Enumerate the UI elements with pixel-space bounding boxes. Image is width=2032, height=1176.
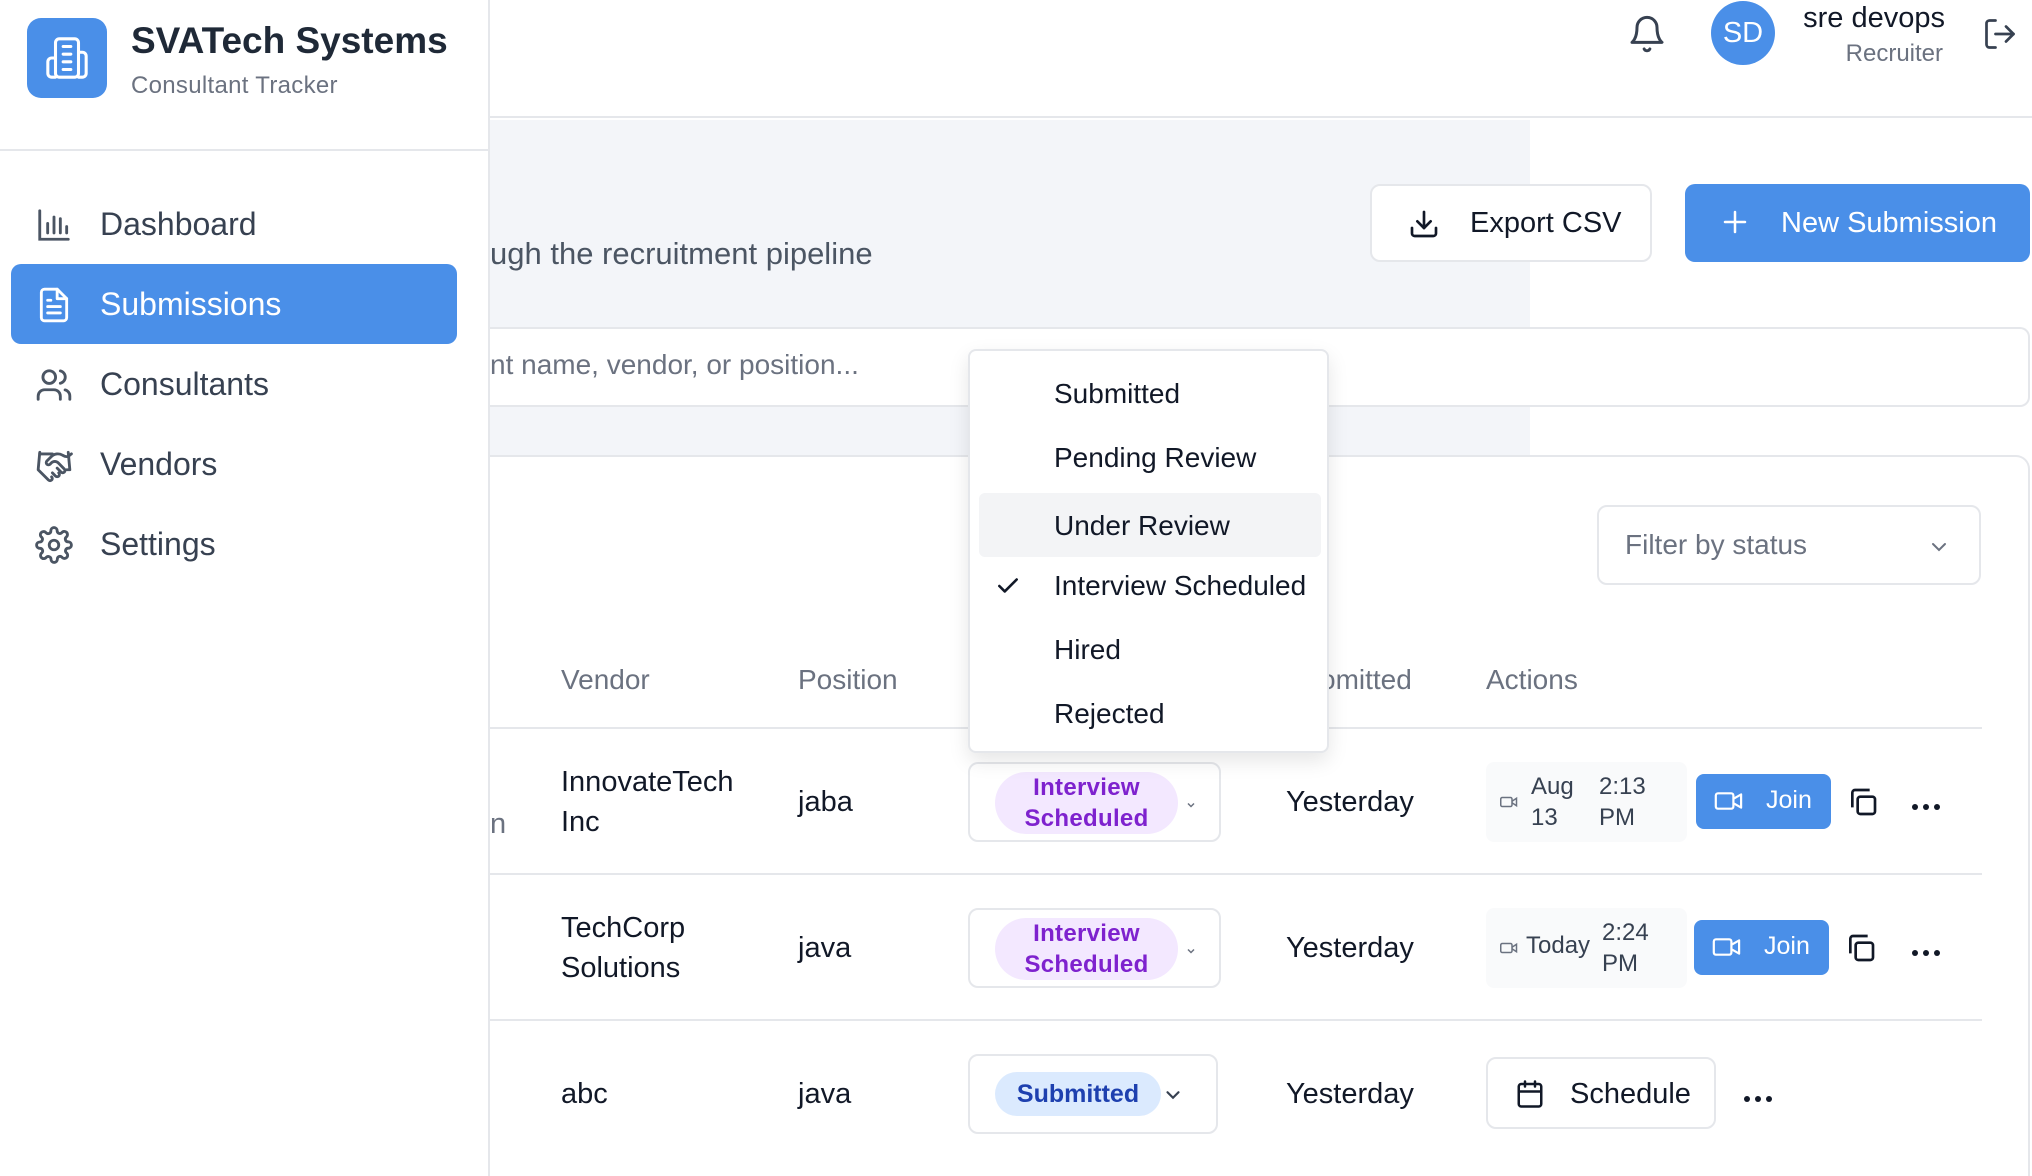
interview-time-value: 2:13 PM [1599, 773, 1646, 831]
status-option-interview-scheduled[interactable]: Interview Scheduled [979, 557, 1321, 613]
chevron-down-icon [1185, 798, 1197, 810]
check-icon [995, 573, 1021, 599]
status-select[interactable]: Interview Scheduled [968, 762, 1221, 842]
video-icon [1500, 795, 1518, 809]
status-option-pending-review[interactable]: Pending Review [979, 429, 1321, 485]
video-icon [1712, 936, 1742, 958]
brand-subtitle: Consultant Tracker [131, 72, 338, 99]
bell-icon[interactable] [1627, 14, 1667, 54]
status-option-hired[interactable]: Hired [979, 621, 1321, 677]
schedule-label: Schedule [1570, 1078, 1691, 1110]
handshake-icon [35, 446, 73, 484]
sidebar-item-label: Settings [100, 525, 216, 562]
avatar[interactable]: SD [1711, 1, 1775, 65]
copy-icon[interactable] [1847, 786, 1879, 818]
export-csv-label: Export CSV [1470, 206, 1622, 239]
column-header-actions: Actions [1486, 664, 1578, 695]
bar-chart-icon [35, 206, 73, 244]
status-dropdown-menu: Submitted Pending Review Under Review In… [968, 349, 1329, 753]
status-option-label: Submitted [1054, 378, 1181, 409]
status-option-submitted[interactable]: Submitted [979, 365, 1321, 421]
position-cell: java [798, 1078, 852, 1110]
more-options-icon[interactable] [1911, 944, 1941, 956]
sidebar-item-label: Submissions [100, 285, 282, 322]
new-submission-button[interactable]: New Submission [1685, 184, 2030, 262]
gear-icon [35, 526, 73, 564]
sidebar: SVATech Systems Consultant Tracker Dashb… [0, 0, 490, 1176]
sidebar-item-submissions[interactable]: Submissions [11, 264, 457, 344]
user-role: Recruiter [1845, 40, 1943, 67]
join-label: Join [1764, 932, 1810, 960]
users-icon [35, 366, 73, 404]
chevron-down-icon [1927, 535, 1951, 559]
chevron-down-icon [1185, 944, 1197, 956]
building-icon [27, 18, 107, 98]
chevron-down-icon [1162, 1084, 1184, 1106]
position-cell: java [798, 932, 852, 964]
sidebar-item-dashboard[interactable]: Dashboard [11, 184, 457, 264]
position-cell: jaba [798, 786, 853, 818]
sidebar-item-label: Dashboard [100, 205, 257, 242]
status-badge: Interview Scheduled [995, 918, 1178, 980]
sidebar-item-vendors[interactable]: Vendors [11, 424, 457, 504]
sidebar-item-consultants[interactable]: Consultants [11, 344, 457, 424]
status-option-under-review[interactable]: Under Review [979, 493, 1321, 557]
top-header [490, 0, 2032, 118]
column-header-submitted: omitted [1320, 664, 1412, 695]
plus-icon [1720, 207, 1750, 237]
truncated-cell: n [490, 808, 507, 840]
more-options-icon[interactable] [1743, 1090, 1773, 1102]
video-icon [1714, 790, 1744, 812]
export-csv-button[interactable]: Export CSV [1370, 184, 1652, 262]
status-option-rejected[interactable]: Rejected [979, 685, 1321, 741]
copy-icon[interactable] [1845, 932, 1877, 964]
document-icon [35, 286, 73, 324]
vendor-cell: TechCorp Solutions [561, 912, 686, 984]
interview-date: Today [1526, 932, 1591, 959]
column-header-position: Position [798, 664, 898, 695]
brand-header: SVATech Systems Consultant Tracker [0, 0, 488, 151]
video-icon [1500, 941, 1518, 955]
interview-time: Today 2:24 PM [1486, 908, 1687, 988]
status-badge: Interview Scheduled [995, 772, 1178, 834]
join-button[interactable]: Join [1696, 774, 1831, 829]
new-submission-label: New Submission [1781, 206, 1997, 239]
submitted-cell: Yesterday [1286, 786, 1414, 818]
divider [490, 1019, 1982, 1021]
submitted-cell: Yesterday [1286, 1078, 1414, 1110]
status-option-label: Interview Scheduled [1054, 570, 1307, 601]
submitted-cell: Yesterday [1286, 932, 1414, 964]
sidebar-item-label: Vendors [100, 445, 218, 482]
vendor-cell: InnovateTech Inc [561, 766, 734, 838]
status-filter-select[interactable]: Filter by status [1597, 505, 1981, 585]
sidebar-item-settings[interactable]: Settings [11, 504, 457, 584]
vendor-cell: abc [561, 1078, 608, 1110]
logout-icon[interactable] [1982, 16, 2018, 52]
status-badge: Submitted [995, 1072, 1161, 1116]
status-select[interactable]: Interview Scheduled [968, 908, 1221, 988]
join-button[interactable]: Join [1694, 920, 1829, 975]
status-option-label: Rejected [1054, 698, 1165, 729]
status-option-label: Hired [1054, 634, 1121, 665]
interview-date: Aug 13 [1531, 773, 1574, 831]
interview-time-value: 2:24 PM [1602, 919, 1649, 977]
status-option-label: Under Review [1054, 510, 1230, 541]
filter-placeholder: Filter by status [1625, 529, 1808, 560]
brand-title: SVATech Systems [131, 20, 448, 61]
join-label: Join [1766, 786, 1812, 814]
column-header-vendor: Vendor [561, 664, 650, 695]
status-select[interactable]: Submitted [968, 1054, 1218, 1134]
schedule-button[interactable]: Schedule [1486, 1057, 1716, 1129]
status-option-label: Pending Review [1054, 442, 1257, 473]
sidebar-item-label: Consultants [100, 365, 269, 402]
page-subtitle: ugh the recruitment pipeline [490, 236, 873, 271]
download-icon [1408, 208, 1440, 240]
interview-time: Aug 13 2:13 PM [1486, 762, 1687, 842]
search-placeholder: nt name, vendor, or position... [490, 349, 859, 380]
divider [490, 873, 1982, 875]
user-name: sre devops [1803, 2, 1945, 34]
calendar-icon [1515, 1079, 1545, 1109]
more-options-icon[interactable] [1911, 798, 1941, 810]
